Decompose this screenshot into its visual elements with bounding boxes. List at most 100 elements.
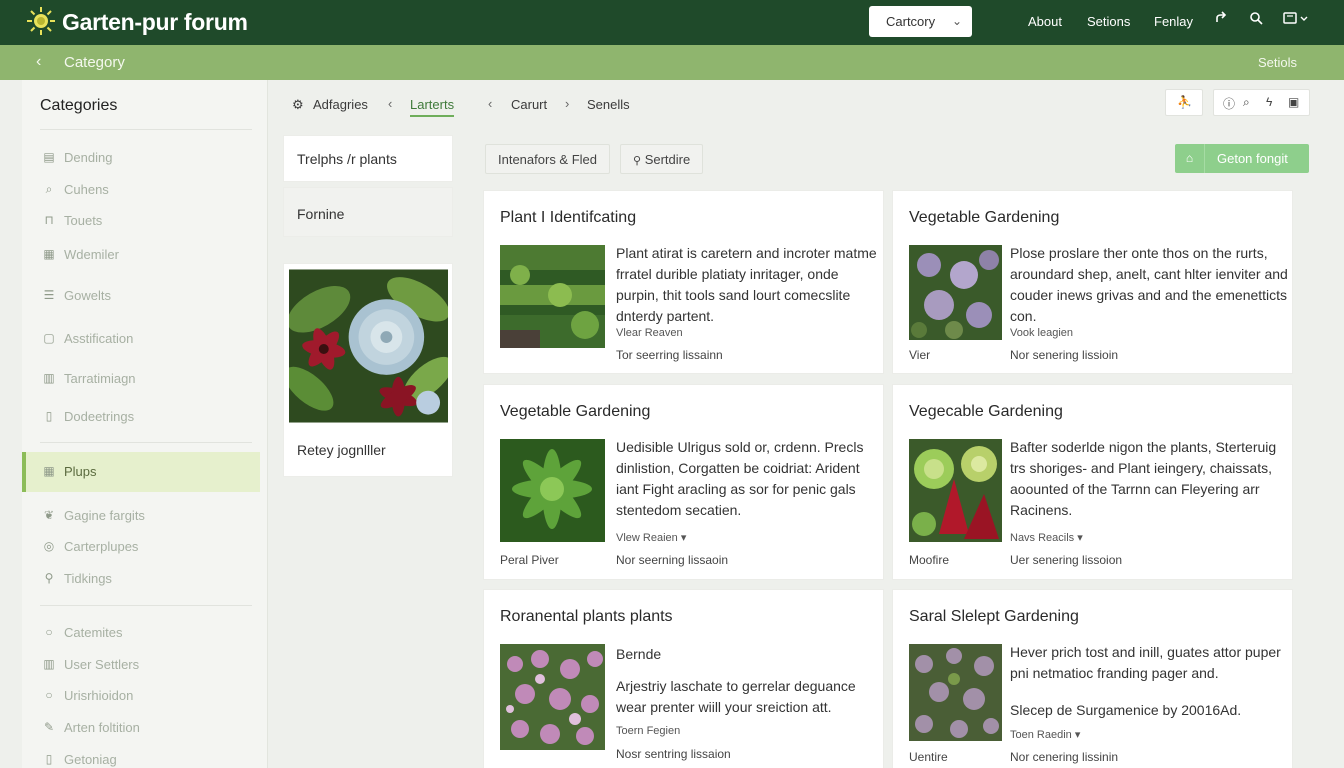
subpanel-item[interactable]: Fornine xyxy=(283,187,453,237)
sidebar-item-plups[interactable]: ▦ Plups xyxy=(22,452,260,492)
nav-link-family[interactable]: Fenlay xyxy=(1154,14,1193,29)
card-thumbnail xyxy=(500,644,605,750)
card-body: Hever prich tost and inill, guates attor… xyxy=(1010,644,1281,681)
card-thumbnail xyxy=(909,644,1002,741)
breadcrumb[interactable]: Category xyxy=(64,54,125,71)
sidebar-item-gowelts[interactable]: ☰ Gowelts xyxy=(22,276,260,316)
card-meta[interactable]: Navs Reacils ▾ xyxy=(1010,531,1083,544)
topic-card[interactable]: Vegecable Gardening Bafter soderlde nigo… xyxy=(892,384,1293,580)
settings-link[interactable]: Setiols xyxy=(1258,55,1297,70)
topic-card[interactable]: Vegetable Gardening Uedisible Ulrigus so… xyxy=(483,384,884,580)
search-icon: ⌕ xyxy=(45,182,53,196)
subpanel-header[interactable]: Trelphs /r plants xyxy=(283,135,453,182)
card-footer: Nor senering lissioin xyxy=(1010,348,1119,362)
file-icon: ▯ xyxy=(45,409,53,423)
category-select[interactable]: Cartcory ⌄ xyxy=(869,6,972,37)
card-body: Uedisible Ulrigus sold or, crdenn. Precl… xyxy=(616,439,864,518)
top-bar: Garten-pur forum Cartcory ⌄ About Setion… xyxy=(0,0,1344,45)
card-meta[interactable]: Vook leagien xyxy=(1010,327,1073,339)
card-thumbnail xyxy=(909,245,1002,340)
document-icon: ▥ xyxy=(43,371,55,385)
sidebar-item-getoniag[interactable]: ▯ Getoniag xyxy=(22,740,260,768)
card-body: Bafter soderlde nigon the plants, Sterte… xyxy=(1010,439,1277,518)
topic-card[interactable]: Vegetable Gardening Plose proslare ther … xyxy=(892,190,1293,374)
folder-icon[interactable] xyxy=(1282,11,1310,29)
topic-card[interactable]: Saral Slelept Gardening Hever prich tost… xyxy=(892,589,1293,768)
sidebar-item-tarratimiagn[interactable]: ▥ Tarratimiagn xyxy=(22,359,260,399)
filter-pill-sertdire[interactable]: ⚲ Sertdire xyxy=(620,144,703,174)
people-icon[interactable]: ⛹ xyxy=(1165,89,1203,116)
card-title[interactable]: Roranental plants plants xyxy=(500,608,673,626)
card-footer: Nosr sentring lissaion xyxy=(616,747,731,761)
card-title[interactable]: Vegetable Gardening xyxy=(500,403,650,421)
sidebar-item-tidkings[interactable]: ⚲ Tidkings xyxy=(22,559,260,599)
featured-flower-image xyxy=(289,269,448,423)
image-icon[interactable]: ▣ xyxy=(1288,95,1299,109)
search-icon[interactable]: ⌕ xyxy=(1243,95,1250,110)
tab-carurt[interactable]: Carurt xyxy=(511,97,547,112)
featured-card[interactable]: Retey jognlller xyxy=(283,263,453,477)
topic-card[interactable]: Roranental plants plants Bernde Arjestri… xyxy=(483,589,884,768)
book-icon: ▢ xyxy=(43,331,55,345)
breadcrumb-bar: ‹ Category Setiols xyxy=(0,45,1344,80)
card-title[interactable]: Plant I Identifcating xyxy=(500,209,636,227)
bolt-icon[interactable]: ϟ xyxy=(1266,95,1272,109)
list-icon: ☰ xyxy=(43,288,55,302)
card-body: Arjestriy laschate to gerrelar deguance … xyxy=(616,678,856,715)
tab-senells[interactable]: Senells xyxy=(587,97,630,112)
nav-link-sections[interactable]: Setions xyxy=(1087,14,1130,29)
card-title[interactable]: Saral Slelept Gardening xyxy=(909,608,1079,626)
tab-adfagries[interactable]: Adfagries xyxy=(313,97,368,112)
card-footer: Uer senering lissoion xyxy=(1010,553,1123,567)
back-arrow-icon[interactable]: ‹ xyxy=(36,53,41,71)
gear-icon: ⚙ xyxy=(292,97,304,112)
pin-icon: ⚲ xyxy=(633,155,642,167)
topic-card[interactable]: Plant I Identifcating Plant atirat is ca… xyxy=(483,190,884,374)
sidebar-item-asstification[interactable]: ▢ Asstification xyxy=(22,319,260,359)
lock-icon: ⊓ xyxy=(44,213,54,227)
card-meta[interactable]: Toern Fegien xyxy=(616,725,680,737)
target-icon: ◎ xyxy=(43,539,55,553)
sidebar: Categories ▤ Dending ⌕ Cuhens ⊓ Touets ▦ Wde… xyxy=(22,80,268,768)
search-icon[interactable] xyxy=(1248,11,1264,29)
subpanel-item-label: Fornine xyxy=(297,206,345,222)
tab-larterts[interactable]: Larterts xyxy=(410,97,455,117)
chevron-left-icon[interactable]: ‹ xyxy=(488,96,492,111)
image-icon: ▤ xyxy=(43,150,55,164)
sun-logo-icon[interactable] xyxy=(26,6,56,36)
sidebar-title: Categories xyxy=(40,97,118,114)
card-title[interactable]: Vegecable Gardening xyxy=(909,403,1063,421)
card-author[interactable]: Moofire xyxy=(909,553,949,567)
geton-fongit-button[interactable]: ⌂ Geton fongit xyxy=(1175,144,1309,173)
featured-card-title: Retey jognlller xyxy=(297,442,386,458)
card-footer: Nor cenering lissinin xyxy=(1010,750,1119,764)
circle-icon: ○ xyxy=(45,688,53,702)
card-author[interactable]: Vier xyxy=(909,348,930,362)
share-icon[interactable] xyxy=(1213,11,1229,29)
divider xyxy=(40,129,252,130)
chevron-right-icon[interactable]: › xyxy=(565,96,569,111)
info-icon[interactable]: ⓘ xyxy=(1223,95,1235,112)
wrench-icon: ⚲ xyxy=(44,571,54,585)
filter-pill-intenafors[interactable]: Intenafors & Fled xyxy=(485,144,610,174)
card-thumbnail xyxy=(500,439,605,542)
edit-icon: ✎ xyxy=(43,720,55,734)
card-author[interactable]: Uentire xyxy=(909,750,948,764)
nav-link-about[interactable]: About xyxy=(1028,14,1062,29)
card-title[interactable]: Vegetable Gardening xyxy=(909,209,1059,227)
card-meta[interactable]: Vlew Reaien ▾ xyxy=(616,531,686,544)
user-icon: ▥ xyxy=(43,657,55,671)
plant-icon: ▦ xyxy=(43,464,55,478)
document-icon: ▯ xyxy=(45,752,53,766)
card-thumbnail xyxy=(500,245,605,348)
chevron-left-icon[interactable]: ‹ xyxy=(388,96,392,111)
card-meta[interactable]: Toen Raedin ▾ xyxy=(1010,728,1080,741)
card-meta[interactable]: Vlear Reaven xyxy=(616,327,683,339)
card-body-extra: Slecep de Surgamenice by 20016Ad. xyxy=(1010,702,1242,718)
card-body: Plose proslare ther onte thos on the rur… xyxy=(1010,245,1288,324)
sidebar-item-wdemiler[interactable]: ▦ Wdemiler xyxy=(22,235,260,275)
card-author[interactable]: Peral Piver xyxy=(500,553,559,567)
sidebar-item-dodeetrings[interactable]: ▯ Dodeetrings xyxy=(22,397,260,437)
brand-title[interactable]: Garten-pur forum xyxy=(62,9,248,36)
category-select-value: Cartcory xyxy=(886,14,936,29)
